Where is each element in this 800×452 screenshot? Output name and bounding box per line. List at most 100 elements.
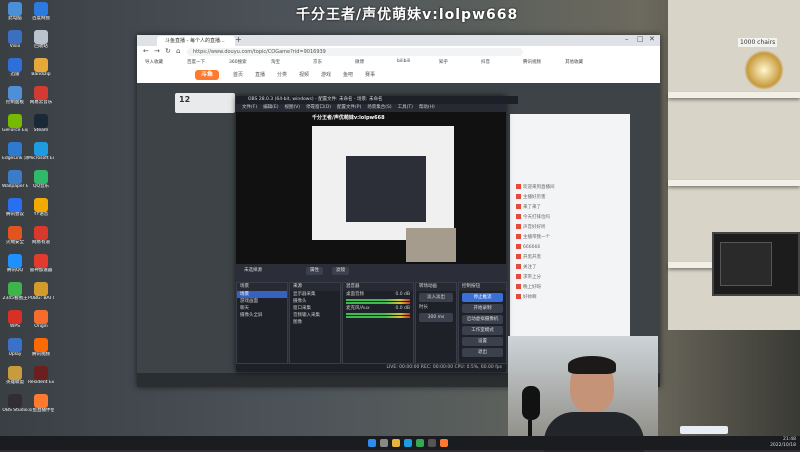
control-button[interactable]: 设置 xyxy=(462,337,503,346)
desktop-icon[interactable]: 腾讯QQ xyxy=(2,254,28,273)
source-item[interactable]: 摄像头 xyxy=(290,298,340,305)
url-field[interactable]: https://www.douyu.com/topic/COGame?rid=9… xyxy=(187,48,523,56)
browser-tab[interactable]: 斗鱼直播 - 每个人的直播... xyxy=(157,36,235,46)
desktop-icon[interactable]: 英雄联盟 xyxy=(2,366,28,385)
obs-menu-item[interactable]: 编辑(E) xyxy=(263,105,278,110)
new-tab-button[interactable]: + xyxy=(235,35,242,44)
desktop-icon[interactable]: 迅雷 xyxy=(2,58,28,77)
obs-window[interactable]: OBS 28.0.3 (64-bit, windows) - 配置文件: 未命名… xyxy=(236,96,518,372)
scene-item[interactable]: 聊天 xyxy=(237,305,287,312)
bookmark-item[interactable]: 知乎 xyxy=(439,59,448,65)
obs-menu-item[interactable]: 停靠窗口(D) xyxy=(306,105,331,110)
desktop-icon[interactable]: 腾讯会议 xyxy=(2,198,28,217)
search-icon[interactable] xyxy=(380,439,388,447)
desktop-icon[interactable]: 网易有道 xyxy=(28,226,54,245)
bookmark-item[interactable]: 其他收藏 xyxy=(565,59,583,65)
site-logo[interactable]: 斗鱼 xyxy=(195,70,219,80)
close-icon[interactable]: ✕ xyxy=(649,35,655,43)
chrome-icon[interactable] xyxy=(416,439,424,447)
desktop-icon[interactable]: 雷神加速器 xyxy=(28,254,54,273)
obs-menu-item[interactable]: 文件(F) xyxy=(242,105,257,110)
obs-icon[interactable] xyxy=(428,439,436,447)
file-explorer-icon[interactable] xyxy=(392,439,400,447)
desktop-icon[interactable]: EdgeLink 浏览器 xyxy=(2,142,28,161)
site-nav-item[interactable]: 赛事 xyxy=(365,71,375,78)
site-nav-item[interactable]: 鱼吧 xyxy=(343,71,353,78)
user-badge-icon xyxy=(516,264,521,269)
desktop-icon[interactable]: WPS xyxy=(2,310,28,329)
obs-menu-item[interactable]: 场景集合(S) xyxy=(367,105,391,110)
obs-preview[interactable]: 千分王者/声优萌妹v:lolpw668 xyxy=(236,112,506,264)
forward-icon[interactable]: → xyxy=(154,47,160,55)
source-item[interactable]: 音频输入采集 xyxy=(290,312,340,319)
bookmark-item[interactable]: 360搜索 xyxy=(229,59,247,65)
desktop-icon[interactable]: 火绒安全 xyxy=(2,226,28,245)
control-button[interactable]: 启动虚拟摄像机 xyxy=(462,315,503,324)
control-button[interactable]: 停止推流 xyxy=(462,293,503,302)
desktop-icon[interactable]: 控制面板 xyxy=(2,86,28,105)
site-nav-item[interactable]: 视频 xyxy=(299,71,309,78)
desktop-icon[interactable]: 百度网盘 xyxy=(28,2,54,21)
source-item[interactable]: 图像 xyxy=(290,319,340,326)
minimize-icon[interactable]: – xyxy=(625,35,629,43)
back-icon[interactable]: ← xyxy=(143,47,149,55)
desktop-icon[interactable]: Bandizip xyxy=(28,58,54,77)
desktop-icon[interactable]: Resident Evil 7 xyxy=(28,366,54,385)
desktop-icon[interactable]: QQ音乐 xyxy=(28,170,54,189)
control-button[interactable]: 开始录制 xyxy=(462,304,503,313)
desktop-icon[interactable]: 腾讯视频 xyxy=(28,338,54,357)
bookmark-item[interactable]: bilibili xyxy=(397,59,410,64)
desktop-icon[interactable]: Microsoft Edge xyxy=(28,142,54,161)
transition-duration-field[interactable]: 300 ms xyxy=(419,313,453,322)
home-icon[interactable]: ⌂ xyxy=(176,47,180,55)
obs-menu-item[interactable]: 帮助(H) xyxy=(419,105,435,110)
desktop-icon[interactable]: Origin xyxy=(28,310,54,329)
site-nav-item[interactable]: 首页 xyxy=(233,71,243,78)
filters-button[interactable]: 滤镜 xyxy=(332,267,349,275)
browser-tab-bar: 斗鱼直播 - 每个人的直播... + – □ ✕ xyxy=(137,35,660,46)
site-nav-item[interactable]: 分类 xyxy=(277,71,287,78)
bookmark-item[interactable]: 淘宝 xyxy=(271,59,280,65)
properties-button[interactable]: 属性 xyxy=(306,267,323,275)
control-button[interactable]: 工作室模式 xyxy=(462,326,503,335)
desktop-icon[interactable]: 回收站 xyxy=(28,30,54,49)
maximize-icon[interactable]: □ xyxy=(637,35,644,43)
source-item[interactable]: 显示器采集 xyxy=(290,291,340,298)
desktop-icon[interactable]: PUBG: BATTLEGR... xyxy=(28,282,54,301)
bookmark-item[interactable]: 京东 xyxy=(313,59,322,65)
windows-start-icon[interactable] xyxy=(368,439,376,447)
scene-item[interactable]: 摄像头全屏 xyxy=(237,312,287,319)
edge-icon[interactable] xyxy=(404,439,412,447)
desktop-icon[interactable]: 2345看图王 xyxy=(2,282,28,301)
bookmark-item[interactable]: 腾讯视频 xyxy=(523,59,541,65)
obs-menu-item[interactable]: 配置文件(P) xyxy=(337,105,361,110)
desktop-icon[interactable]: Wallpaper Engine xyxy=(2,170,28,189)
desktop-icon[interactable]: 此电脑 xyxy=(2,2,28,21)
obs-menu-item[interactable]: 视图(V) xyxy=(284,105,300,110)
desktop-icon[interactable]: OBS Studio xyxy=(2,394,28,413)
site-nav-item[interactable]: 直播 xyxy=(255,71,265,78)
douyu-icon[interactable] xyxy=(440,439,448,447)
transition-type-select[interactable]: 淡入淡出 xyxy=(419,293,453,302)
reload-icon[interactable]: ↻ xyxy=(165,47,171,55)
bookmark-item[interactable]: 抖音 xyxy=(481,59,490,65)
desktop-icon[interactable]: Visio xyxy=(2,30,28,49)
control-button[interactable]: 退出 xyxy=(462,348,503,357)
notification-tray[interactable] xyxy=(680,426,728,434)
bookmark-item[interactable]: 百度一下 xyxy=(187,59,205,65)
desktop-icon[interactable]: 斗鱼直播伴侣 xyxy=(28,394,54,413)
scene-item[interactable]: 游戏画面 xyxy=(237,298,287,305)
desktop-icon[interactable]: Uplay xyxy=(2,338,28,357)
desktop-icon-label: 此电脑 xyxy=(8,16,22,21)
desktop-icon[interactable]: Steam xyxy=(28,114,54,133)
site-nav-item[interactable]: 游戏 xyxy=(321,71,331,78)
scene-item[interactable]: 场景 xyxy=(237,291,287,298)
desktop-icon[interactable]: GeForce Experience xyxy=(2,114,28,133)
obs-menu-item[interactable]: 工具(T) xyxy=(398,105,413,110)
bookmark-item[interactable]: 导入收藏 xyxy=(145,59,163,65)
source-item[interactable]: 窗口采集 xyxy=(290,305,340,312)
bookmark-item[interactable]: 微博 xyxy=(355,59,364,65)
desktop-icon[interactable]: YY语音 xyxy=(28,198,54,217)
taskbar-clock[interactable]: 21:48 2022/10/18 xyxy=(770,437,796,449)
desktop-icon[interactable]: 网易云音乐 xyxy=(28,86,54,105)
